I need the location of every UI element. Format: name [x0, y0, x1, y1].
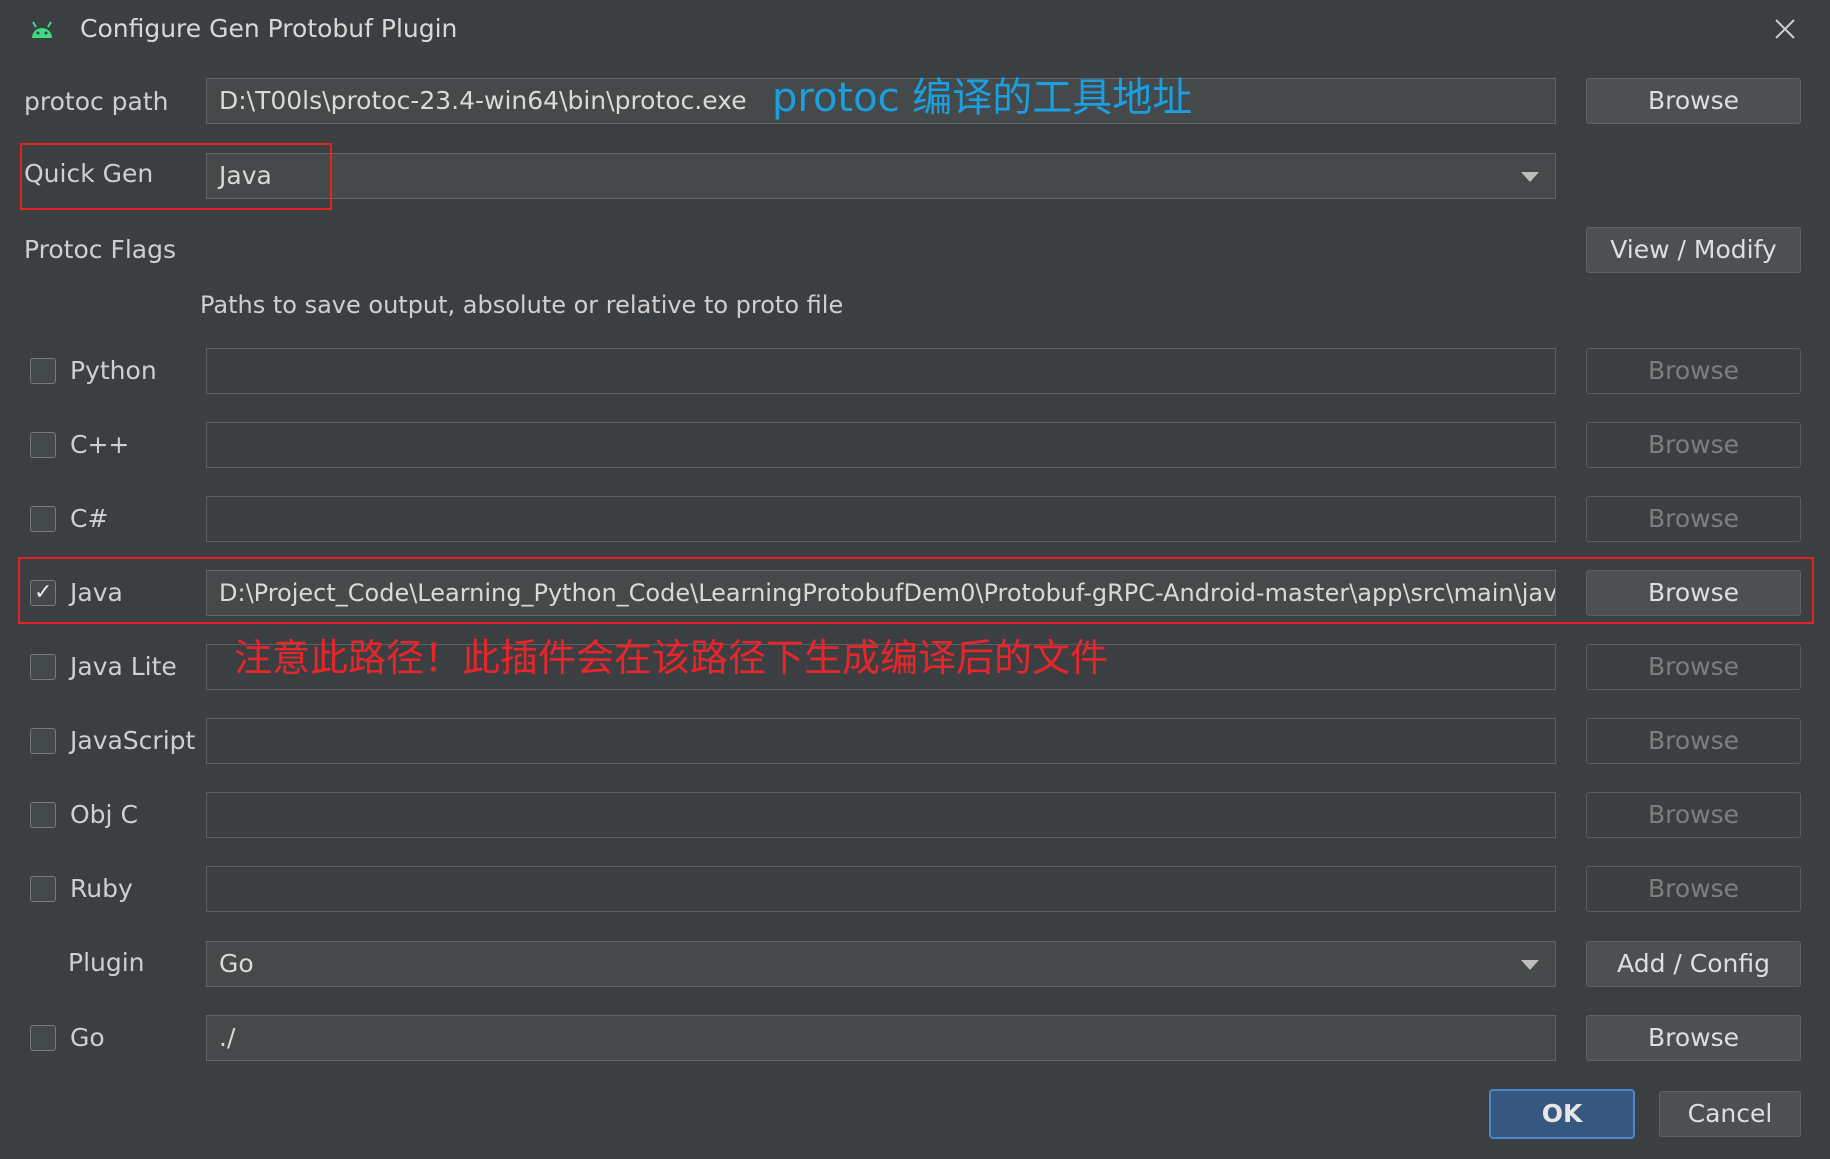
- android-icon: [32, 21, 52, 38]
- view-modify-button[interactable]: View / Modify: [1586, 227, 1801, 273]
- quick-gen-value: Java: [219, 161, 272, 190]
- ok-button[interactable]: OK: [1489, 1089, 1635, 1139]
- ruby-checkbox[interactable]: [30, 876, 56, 902]
- java-browse-button[interactable]: Browse: [1586, 570, 1801, 616]
- python-checkbox[interactable]: [30, 358, 56, 384]
- quick-gen-select[interactable]: Java: [206, 153, 1556, 199]
- javascript-browse-button[interactable]: Browse: [1586, 718, 1801, 764]
- obj-c-path-input[interactable]: [206, 792, 1556, 838]
- window-title: Configure Gen Protobuf Plugin: [80, 14, 458, 43]
- java-lite-browse-button[interactable]: Browse: [1586, 644, 1801, 690]
- quick-gen-label: Quick Gen: [24, 159, 154, 188]
- csharp-checkbox[interactable]: [30, 506, 56, 532]
- ruby-browse-button[interactable]: Browse: [1586, 866, 1801, 912]
- check-icon: ✓: [34, 580, 53, 605]
- python-browse-button[interactable]: Browse: [1586, 348, 1801, 394]
- obj-c-checkbox[interactable]: [30, 802, 56, 828]
- plugin-value: Go: [219, 949, 254, 978]
- plugin-select[interactable]: Go: [206, 941, 1556, 987]
- go-path-input[interactable]: ./: [206, 1015, 1556, 1061]
- cplusplus-browse-button[interactable]: Browse: [1586, 422, 1801, 468]
- javascript-checkbox[interactable]: [30, 728, 56, 754]
- java-label: Java: [70, 578, 123, 607]
- go-browse-button[interactable]: Browse: [1586, 1015, 1801, 1061]
- plugin-label: Plugin: [68, 948, 145, 977]
- java-checkbox[interactable]: ✓: [30, 580, 56, 606]
- java-lite-label: Java Lite: [70, 652, 177, 681]
- java-path-input[interactable]: D:\Project_Code\Learning_Python_Code\Lea…: [206, 570, 1556, 616]
- protoc-annotation: protoc 编译的工具地址: [772, 75, 1193, 121]
- cplusplus-label: C++: [70, 430, 130, 459]
- protoc-path-label: protoc path: [24, 87, 169, 116]
- ruby-path-input[interactable]: [206, 866, 1556, 912]
- csharp-browse-button[interactable]: Browse: [1586, 496, 1801, 542]
- cplusplus-checkbox[interactable]: [30, 432, 56, 458]
- javascript-label: JavaScript: [70, 726, 196, 755]
- python-label: Python: [70, 356, 157, 385]
- paths-hint: Paths to save output, absolute or relati…: [200, 291, 844, 319]
- java-lite-checkbox[interactable]: [30, 654, 56, 680]
- close-icon[interactable]: [1768, 12, 1802, 46]
- chevron-down-icon: [1521, 960, 1539, 970]
- javascript-path-input[interactable]: [206, 718, 1556, 764]
- cplusplus-path-input[interactable]: [206, 422, 1556, 468]
- go-label: Go: [70, 1023, 105, 1052]
- csharp-label: C#: [70, 504, 109, 533]
- java-path-annotation: 注意此路径！此插件会在该路径下生成编译后的文件: [234, 636, 1109, 680]
- obj-c-browse-button[interactable]: Browse: [1586, 792, 1801, 838]
- obj-c-label: Obj C: [70, 800, 138, 829]
- protoc-flags-label: Protoc Flags: [24, 235, 176, 264]
- add-config-button[interactable]: Add / Config: [1586, 941, 1801, 987]
- ruby-label: Ruby: [70, 874, 133, 903]
- protoc-browse-button[interactable]: Browse: [1586, 78, 1801, 124]
- chevron-down-icon: [1521, 172, 1539, 182]
- cancel-button[interactable]: Cancel: [1659, 1091, 1801, 1137]
- csharp-path-input[interactable]: [206, 496, 1556, 542]
- go-checkbox[interactable]: [30, 1025, 56, 1051]
- python-path-input[interactable]: [206, 348, 1556, 394]
